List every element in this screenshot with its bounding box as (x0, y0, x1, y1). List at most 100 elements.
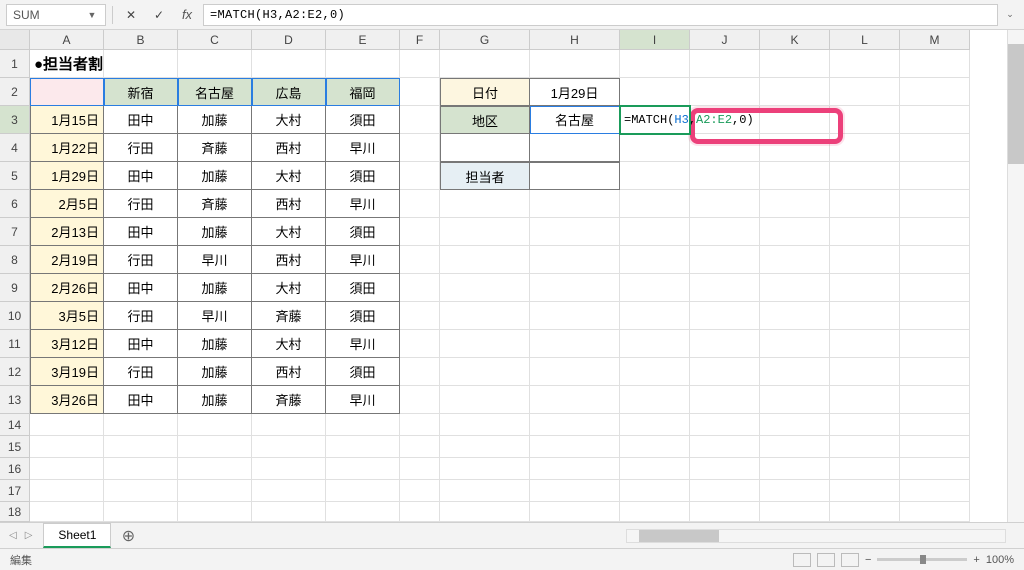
row-header-4[interactable]: 4 (0, 134, 30, 162)
cell[interactable] (620, 302, 690, 330)
cell[interactable] (400, 78, 440, 106)
cell[interactable] (530, 414, 620, 436)
cell[interactable]: 行田 (104, 190, 178, 218)
cell[interactable]: 田中 (104, 274, 178, 302)
accept-formula-button[interactable]: ✓ (147, 4, 171, 26)
cell[interactable] (440, 386, 530, 414)
cell[interactable] (440, 436, 530, 458)
cell[interactable] (760, 218, 830, 246)
cell[interactable] (178, 480, 252, 502)
cell[interactable] (620, 414, 690, 436)
cell[interactable]: 西村 (252, 190, 326, 218)
cell[interactable] (830, 414, 900, 436)
cell[interactable]: 1月22日 (30, 134, 104, 162)
cell[interactable]: 担当者 (440, 162, 530, 190)
cell[interactable]: 加藤 (178, 106, 252, 134)
cell[interactable] (530, 330, 620, 358)
cell[interactable]: 須田 (326, 162, 400, 190)
cell[interactable] (900, 106, 970, 134)
cell[interactable] (252, 480, 326, 502)
cell[interactable]: 須田 (326, 218, 400, 246)
cell[interactable] (830, 190, 900, 218)
cell[interactable]: 2月5日 (30, 190, 104, 218)
cell[interactable] (530, 134, 620, 162)
cell[interactable]: 行田 (104, 302, 178, 330)
row-header-10[interactable]: 10 (0, 302, 30, 330)
cell[interactable] (830, 50, 900, 78)
cell[interactable] (760, 190, 830, 218)
cell[interactable] (620, 218, 690, 246)
col-header-C[interactable]: C (178, 30, 252, 50)
cell[interactable] (252, 502, 326, 522)
row-header-12[interactable]: 12 (0, 358, 30, 386)
cell[interactable] (440, 330, 530, 358)
cell[interactable]: 2月13日 (30, 218, 104, 246)
cell[interactable] (252, 436, 326, 458)
cancel-formula-button[interactable]: ✕ (119, 4, 143, 26)
cell[interactable] (400, 330, 440, 358)
col-header-H[interactable]: H (530, 30, 620, 50)
cell[interactable]: 加藤 (178, 330, 252, 358)
cell[interactable] (178, 436, 252, 458)
cell[interactable] (620, 502, 690, 522)
cell[interactable] (30, 458, 104, 480)
cell[interactable] (830, 302, 900, 330)
cell[interactable] (690, 274, 760, 302)
cell[interactable] (830, 106, 900, 134)
cell[interactable]: 早川 (326, 386, 400, 414)
cell[interactable] (530, 436, 620, 458)
col-header-B[interactable]: B (104, 30, 178, 50)
cell[interactable] (440, 458, 530, 480)
cell[interactable] (620, 274, 690, 302)
cell[interactable] (900, 302, 970, 330)
cell[interactable] (178, 50, 252, 78)
cell[interactable] (830, 436, 900, 458)
cell[interactable] (440, 246, 530, 274)
cell[interactable] (30, 414, 104, 436)
cell[interactable] (760, 50, 830, 78)
cell[interactable] (690, 358, 760, 386)
cell[interactable]: 新宿 (104, 78, 178, 106)
cell[interactable] (760, 106, 830, 134)
cell[interactable]: 行田 (104, 134, 178, 162)
cell[interactable] (530, 502, 620, 522)
cell[interactable] (690, 78, 760, 106)
view-normal-button[interactable] (793, 553, 811, 567)
cell[interactable]: 1月29日 (530, 78, 620, 106)
cell[interactable] (690, 458, 760, 480)
col-header-K[interactable]: K (760, 30, 830, 50)
cell[interactable] (104, 50, 178, 78)
vertical-scrollbar-thumb[interactable] (1008, 44, 1024, 164)
cell[interactable] (900, 78, 970, 106)
cell[interactable] (400, 106, 440, 134)
cell[interactable] (530, 218, 620, 246)
view-page-layout-button[interactable] (817, 553, 835, 567)
cell[interactable]: 早川 (178, 246, 252, 274)
cell[interactable] (30, 436, 104, 458)
cell[interactable] (400, 436, 440, 458)
cell[interactable]: 斉藤 (178, 134, 252, 162)
row-header-1[interactable]: 1 (0, 50, 30, 78)
cell[interactable]: 3月26日 (30, 386, 104, 414)
cell[interactable] (900, 502, 970, 522)
cell[interactable]: 2月19日 (30, 246, 104, 274)
cell[interactable] (900, 386, 970, 414)
cell[interactable]: 早川 (326, 330, 400, 358)
col-header-M[interactable]: M (900, 30, 970, 50)
cell[interactable] (830, 458, 900, 480)
cell[interactable]: 須田 (326, 274, 400, 302)
cell[interactable] (830, 162, 900, 190)
cell[interactable] (178, 458, 252, 480)
zoom-in-button[interactable]: + (973, 554, 979, 566)
cell[interactable]: 大村 (252, 162, 326, 190)
row-header-6[interactable]: 6 (0, 190, 30, 218)
col-header-L[interactable]: L (830, 30, 900, 50)
cell[interactable] (400, 190, 440, 218)
cell[interactable] (620, 190, 690, 218)
cell[interactable]: 大村 (252, 274, 326, 302)
cell[interactable] (326, 414, 400, 436)
cell[interactable] (760, 480, 830, 502)
name-box[interactable]: SUM ▼ (6, 4, 106, 26)
cell[interactable] (530, 162, 620, 190)
view-page-break-button[interactable] (841, 553, 859, 567)
